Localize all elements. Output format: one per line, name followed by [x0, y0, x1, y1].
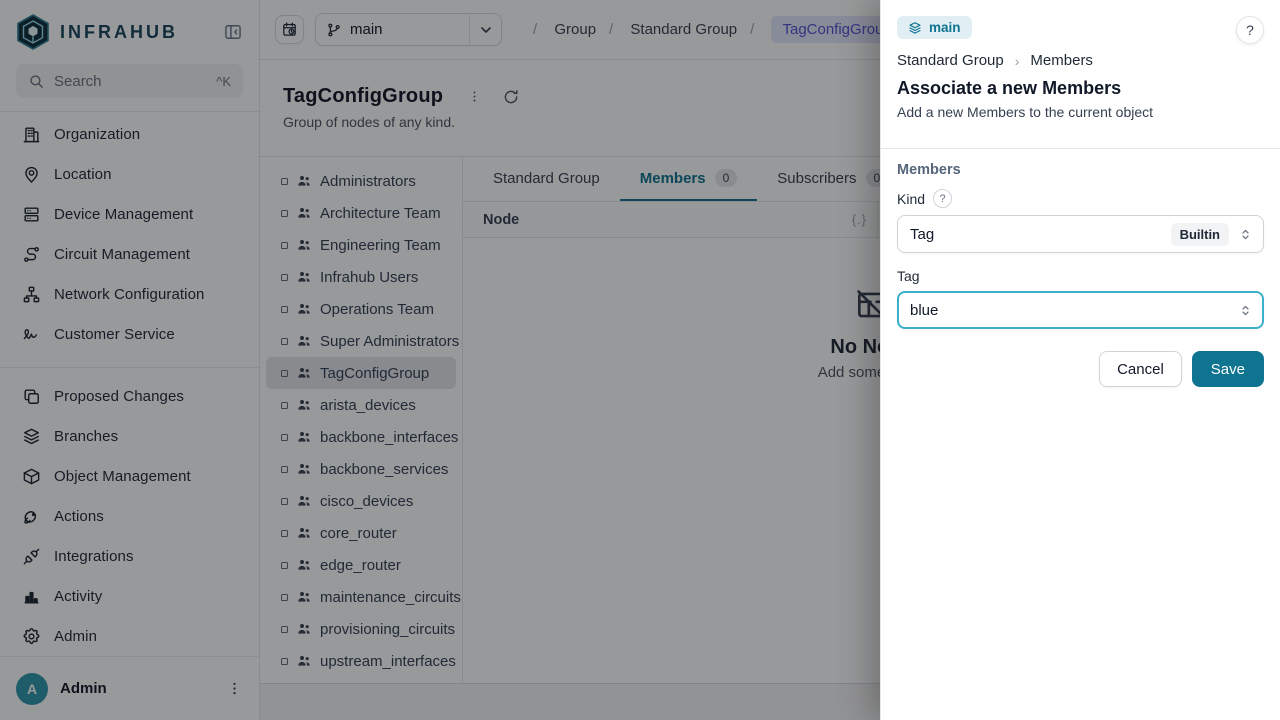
kind-field-label: Kind	[897, 191, 925, 207]
help-button[interactable]: ?	[1236, 16, 1264, 44]
branch-badge-label: main	[929, 20, 961, 35]
form-section-label: Members	[897, 162, 1264, 178]
kind-select-value: Tag	[910, 226, 1171, 243]
drawer-breadcrumb-child: Members	[1030, 52, 1093, 69]
kind-builtin-badge: Builtin	[1171, 223, 1229, 246]
associate-members-drawer: main ? Standard Group › Members Associat…	[880, 0, 1280, 720]
drawer-breadcrumb-parent: Standard Group	[897, 52, 1004, 69]
chevron-right-icon: ›	[1015, 53, 1020, 69]
unfold-chevrons-icon	[1238, 303, 1253, 318]
drawer-form: Members Kind ? Tag Builtin Tag blue Canc…	[881, 149, 1280, 387]
unfold-chevrons-icon	[1238, 227, 1253, 242]
drawer-title: Associate a new Members	[897, 78, 1264, 99]
layers-icon	[908, 21, 922, 35]
cancel-button[interactable]: Cancel	[1099, 351, 1182, 387]
drawer-subtitle: Add a new Members to the current object	[897, 104, 1264, 120]
kind-select[interactable]: Tag Builtin	[897, 215, 1264, 253]
kind-help-icon[interactable]: ?	[933, 189, 952, 208]
tag-select[interactable]: blue	[897, 291, 1264, 329]
branch-badge: main	[897, 16, 972, 39]
save-button[interactable]: Save	[1192, 351, 1264, 387]
tag-field-label: Tag	[897, 268, 920, 284]
tag-select-value: blue	[910, 302, 1238, 319]
drawer-header: main ? Standard Group › Members Associat…	[881, 0, 1280, 134]
drawer-breadcrumb: Standard Group › Members	[897, 52, 1264, 69]
